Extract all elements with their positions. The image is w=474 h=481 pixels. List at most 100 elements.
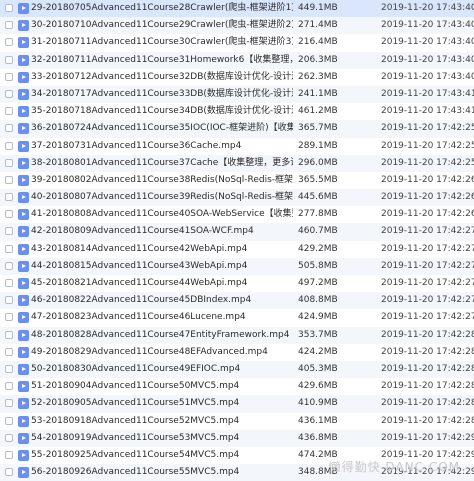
file-row[interactable]: 39-20180802Advanced11Course38Redis(NoSql…: [0, 172, 474, 189]
row-checkbox[interactable]: [5, 296, 13, 305]
row-checkbox[interactable]: [5, 89, 13, 98]
file-name[interactable]: 35-20180718Advanced11Course34DB(数据库设计优化-…: [31, 103, 293, 120]
row-checkbox[interactable]: [5, 4, 13, 12]
video-file-icon: [18, 381, 29, 393]
file-name[interactable]: 56-20180926Advanced11Course55MVC5.mp4: [31, 464, 293, 481]
file-name[interactable]: 42-20180809Advanced11Course41SOA-WCF.mp4: [31, 223, 293, 240]
row-checkbox[interactable]: [5, 227, 13, 236]
file-name[interactable]: 34-20180717Advanced11Course33DB(数据库设计优化-…: [31, 86, 293, 103]
file-size: 405.3MB: [298, 363, 338, 374]
row-checkbox[interactable]: [5, 261, 13, 270]
file-date: 2019-11-20 17:42:27: [381, 226, 474, 237]
file-row[interactable]: 36-20180724Advanced11Course35IOC(IOC-框架进…: [0, 120, 474, 138]
file-name[interactable]: 36-20180724Advanced11Course35IOC(IOC-框架进…: [31, 120, 293, 137]
file-row[interactable]: 54-20180919Advanced11Course53MVC5.mp4 436…: [0, 429, 474, 447]
file-date: 2019-11-20 17:42:25: [381, 140, 474, 151]
file-date: 2019-11-20 17:42:28: [381, 329, 474, 340]
file-row[interactable]: 46-20180822Advanced11Course45DBIndex.mp4…: [0, 292, 474, 310]
file-row[interactable]: 29-20180705Advanced11Course28Crawler(爬虫-…: [0, 0, 474, 18]
file-size: 449.1MB: [298, 3, 338, 13]
row-checkbox[interactable]: [5, 416, 13, 425]
row-checkbox[interactable]: [5, 450, 13, 459]
file-name[interactable]: 45-20180821Advanced11Course44WebApi.mp4: [31, 275, 293, 292]
row-checkbox[interactable]: [5, 364, 13, 373]
file-name[interactable]: 47-20180823Advanced11Course46Lucene.mp4: [31, 309, 293, 326]
file-name[interactable]: 54-20180919Advanced11Course53MVC5.mp4: [31, 430, 293, 447]
row-checkbox[interactable]: [5, 124, 13, 133]
row-checkbox[interactable]: [5, 382, 13, 391]
video-file-icon: [18, 432, 29, 444]
video-file-icon: [18, 329, 29, 341]
row-checkbox[interactable]: [5, 38, 13, 47]
file-row[interactable]: 41-20180808Advanced11Course40SOA-WebServ…: [0, 206, 474, 223]
file-name[interactable]: 31-20180711Advanced11Course30Crawler(爬虫-…: [31, 34, 293, 51]
file-row[interactable]: 31-20180711Advanced11Course30Crawler(爬虫-…: [0, 34, 474, 51]
file-row[interactable]: 30-20180710Advanced11Course29Crawler(爬虫-…: [0, 17, 474, 35]
file-name[interactable]: 33-20180712Advanced11Course32DB(数据库设计优化-…: [31, 69, 293, 86]
file-date: 2019-11-20 17:42:26: [381, 192, 474, 203]
file-name[interactable]: 52-20180905Advanced11Course51MVC5.mp4: [31, 395, 293, 412]
row-checkbox[interactable]: [5, 193, 13, 202]
row-checkbox[interactable]: [5, 175, 13, 184]
file-name[interactable]: 53-20180918Advanced11Course52MVC5.mp4: [31, 413, 293, 430]
file-row[interactable]: 38-20180801Advanced11Course37Cache【收集整理，…: [0, 154, 474, 172]
row-checkbox[interactable]: [5, 72, 13, 81]
file-name[interactable]: 37-20180731Advanced11Course36Cache.mp4: [31, 138, 293, 155]
file-row[interactable]: 40-20180807Advanced11Course39Redis(NoSql…: [0, 189, 474, 207]
file-name[interactable]: 32-20180711Advanced11Course31Homework6【收…: [31, 52, 293, 69]
file-size: 505.8MB: [298, 260, 338, 271]
file-row[interactable]: 44-20180815Advanced11Course43WebApi.mp4 5…: [0, 257, 474, 275]
file-row[interactable]: 42-20180809Advanced11Course41SOA-WCF.mp4…: [0, 223, 474, 241]
row-checkbox[interactable]: [5, 347, 13, 356]
file-row[interactable]: 45-20180821Advanced11Course44WebApi.mp4 4…: [0, 275, 474, 292]
row-checkbox[interactable]: [5, 107, 13, 116]
file-row[interactable]: 53-20180918Advanced11Course52MVC5.mp4 436…: [0, 413, 474, 430]
file-name[interactable]: 55-20180925Advanced11Course54MVC5.mp4: [31, 447, 293, 464]
file-name[interactable]: 49-20180829Advanced11Course48EFAdvanced.…: [31, 344, 293, 361]
row-checkbox[interactable]: [5, 210, 13, 219]
file-name[interactable]: 29-20180705Advanced11Course28Crawler(爬虫-…: [31, 0, 293, 17]
file-name[interactable]: 43-20180814Advanced11Course42WebApi.mp4: [31, 241, 293, 258]
file-size: 445.6MB: [298, 192, 338, 203]
file-row[interactable]: 33-20180712Advanced11Course32DB(数据库设计优化-…: [0, 69, 474, 86]
file-row[interactable]: 43-20180814Advanced11Course42WebApi.mp4 4…: [0, 241, 474, 258]
file-row[interactable]: 51-20180904Advanced11Course50MVC5.mp4 429…: [0, 378, 474, 395]
row-checkbox[interactable]: [5, 55, 13, 64]
file-name[interactable]: 51-20180904Advanced11Course50MVC5.mp4: [31, 378, 293, 395]
row-checkbox[interactable]: [5, 330, 13, 339]
file-row[interactable]: 52-20180905Advanced11Course51MVC5.mp4 410…: [0, 395, 474, 413]
file-row[interactable]: 49-20180829Advanced11Course48EFAdvanced.…: [0, 344, 474, 361]
row-checkbox[interactable]: [5, 313, 13, 322]
file-name[interactable]: 39-20180802Advanced11Course38Redis(NoSql…: [31, 172, 293, 189]
row-checkbox[interactable]: [5, 21, 13, 30]
file-name[interactable]: 48-20180828Advanced11Course47EntityFrame…: [31, 327, 293, 344]
file-name[interactable]: 38-20180801Advanced11Course37Cache【收集整理，…: [31, 155, 293, 172]
row-checkbox[interactable]: [5, 399, 13, 408]
file-name[interactable]: 40-20180807Advanced11Course39Redis(NoSql…: [31, 189, 293, 206]
file-row[interactable]: 37-20180731Advanced11Course36Cache.mp4 28…: [0, 138, 474, 155]
file-row[interactable]: 35-20180718Advanced11Course34DB(数据库设计优化-…: [0, 103, 474, 120]
file-date: 2019-11-20 17:42:27: [381, 260, 474, 271]
file-row[interactable]: 50-20180830Advanced11Course49EFIOC.mp4 40…: [0, 360, 474, 379]
row-checkbox[interactable]: [5, 433, 13, 442]
row-checkbox[interactable]: [5, 244, 13, 253]
file-date: 2019-11-20 17:42:28: [381, 363, 474, 374]
file-name[interactable]: 46-20180822Advanced11Course45DBIndex.mp4: [31, 292, 293, 309]
watermark: 懒得勤快 DANC.COM: [328, 460, 460, 474]
video-file-icon: [18, 140, 29, 152]
file-size: 436.1MB: [298, 415, 338, 426]
row-checkbox[interactable]: [5, 279, 13, 287]
file-name[interactable]: 30-20180710Advanced11Course29Crawler(爬虫-…: [31, 17, 293, 34]
file-size: 365.7MB: [298, 123, 338, 134]
row-checkbox[interactable]: [5, 158, 13, 167]
row-checkbox[interactable]: [5, 468, 13, 477]
row-checkbox[interactable]: [5, 141, 13, 150]
file-row[interactable]: 32-20180711Advanced11Course31Homework6【收…: [0, 51, 474, 69]
file-name[interactable]: 41-20180808Advanced11Course40SOA-WebServ…: [31, 206, 293, 223]
video-file-icon: [18, 260, 29, 272]
file-row[interactable]: 48-20180828Advanced11Course47EntityFrame…: [0, 326, 474, 344]
file-name[interactable]: 44-20180815Advanced11Course43WebApi.mp4: [31, 258, 293, 275]
file-row[interactable]: 34-20180717Advanced11Course33DB(数据库设计优化-…: [0, 85, 474, 104]
file-name[interactable]: 50-20180830Advanced11Course49EFIOC.mp4: [31, 361, 293, 378]
file-row[interactable]: 47-20180823Advanced11Course46Lucene.mp4 4…: [0, 309, 474, 326]
